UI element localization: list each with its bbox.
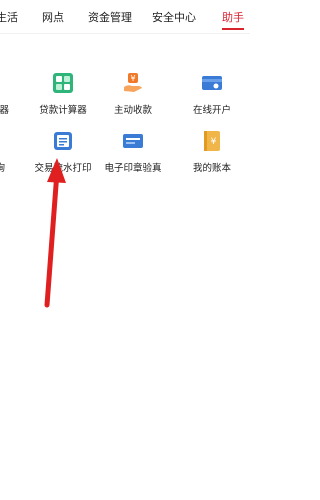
tab-life[interactable]: 生活: [0, 9, 18, 25]
transaction-print-icon: [54, 132, 72, 150]
tab-divider: [0, 33, 250, 34]
online-account-card-icon: [202, 76, 222, 90]
svg-text:¥: ¥: [211, 137, 217, 147]
active-tab-indicator: [222, 28, 244, 30]
query-icon: [0, 130, 11, 152]
calculator-icon: [0, 72, 11, 94]
svg-text:¥: ¥: [130, 74, 135, 83]
loan-calculator-icon: [53, 73, 73, 93]
tab-funds-management[interactable]: 资金管理: [88, 9, 132, 25]
grid-item-ledger[interactable]: ¥ 我的账本: [177, 130, 247, 190]
e-seal-verify-icon: [123, 134, 143, 148]
grid-item-label: 我的账本: [192, 163, 231, 174]
top-tab-bar: 生活 网点 资金管理 安全中心 助手: [0, 0, 250, 34]
grid-item-label: 在线开户: [192, 105, 231, 116]
grid-item-online-account[interactable]: 在线开户: [177, 72, 247, 132]
tab-assistant[interactable]: 助手: [222, 9, 244, 25]
receive-payment-icon: ¥: [124, 73, 142, 92]
ledger-icon: ¥: [204, 131, 220, 151]
tab-outlets[interactable]: 网点: [42, 9, 64, 25]
grid-item-label: 询: [0, 163, 5, 174]
tab-security-center[interactable]: 安全中心: [152, 9, 196, 25]
